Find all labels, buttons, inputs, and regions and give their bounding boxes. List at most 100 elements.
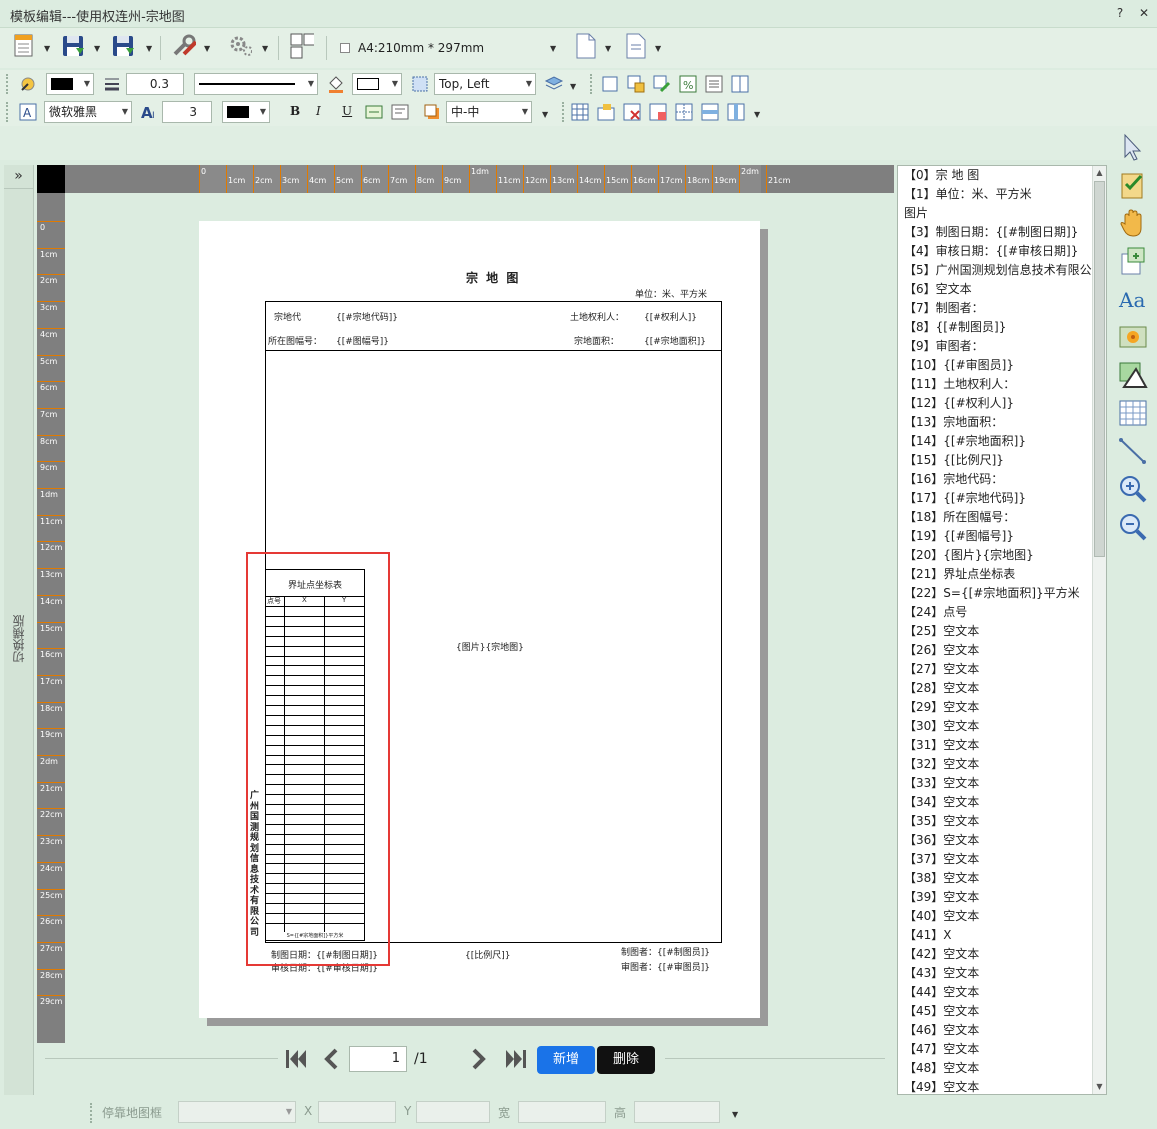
chevron-down-icon[interactable]: ▼ [550,44,556,53]
table-tool-icon[interactable] [1117,397,1149,429]
element-list-item[interactable]: 【45】空文本 [898,1002,1106,1021]
layout-icon[interactable] [290,33,314,59]
element-list-item[interactable]: 【18】所在图幅号： [898,508,1106,527]
new-template-icon[interactable] [12,34,36,58]
anchor-select[interactable]: Top, Left ▼ [434,73,536,95]
element-list-item[interactable]: 【4】审核日期：{[#审核日期]} [898,242,1106,261]
pointer-icon[interactable] [1117,131,1149,163]
element-list-item[interactable]: 【25】空文本 [898,622,1106,641]
underline-button[interactable]: U [342,104,352,118]
area-label[interactable]: 宗地面积： [574,334,619,347]
save-icon[interactable] [62,34,86,58]
font-name-select[interactable]: 微软雅黑 ▼ [44,101,132,123]
layers-icon[interactable] [542,72,566,96]
element-list-item[interactable]: 【10】{[#审图员]} [898,356,1106,375]
scrollbar-thumb[interactable] [1094,181,1105,557]
text-tool-icon[interactable]: Aa [1117,283,1149,315]
element-list-item[interactable]: 【0】宗 地 图 [898,166,1106,185]
text-style-icon[interactable]: A [16,100,40,124]
element-list-item[interactable]: 【40】空文本 [898,907,1106,926]
element-list-item[interactable]: 【43】空文本 [898,964,1106,983]
drawer-text[interactable]: 制图者：{[#制图员]} [621,945,710,958]
zoom-out-icon[interactable] [1117,511,1149,543]
element-list-item[interactable]: 【44】空文本 [898,983,1106,1002]
document-icon[interactable] [624,33,648,59]
chevron-down-icon[interactable]: ▼ [754,110,760,119]
element-list-item[interactable]: 【15】{[比例尺]} [898,451,1106,470]
page-number-input[interactable]: 1 [349,1046,407,1072]
element-list-item[interactable]: 【1】单位：米、平方米 [898,185,1106,204]
tools-icon[interactable] [172,34,196,58]
line-tool-icon[interactable] [1117,435,1149,467]
owner-label[interactable]: 土地权利人： [570,310,624,323]
element-list-item[interactable]: 【39】空文本 [898,888,1106,907]
parcel-code-label[interactable]: 宗地代 [274,310,301,323]
toolbar-grip[interactable] [90,1103,94,1123]
chevron-down-icon[interactable]: ▼ [44,44,50,53]
table-insert-icon[interactable] [624,72,648,96]
row-height-icon[interactable] [698,100,722,124]
height-input[interactable] [634,1101,720,1123]
sheet-value[interactable]: {[#图幅号]} [336,334,389,347]
element-list-item[interactable]: 【6】空文本 [898,280,1106,299]
element-list-item[interactable]: 【12】{[#权利人]} [898,394,1106,413]
picture-placeholder[interactable]: {图片}{宗地图} [456,640,524,653]
toolbar-grip[interactable] [6,102,10,122]
area-value[interactable]: {[#宗地面积]} [644,334,706,347]
zoom-in-icon[interactable] [1117,473,1149,505]
element-list-item[interactable]: 【26】空文本 [898,641,1106,660]
switch-orientation-button[interactable]: 切换横版 [10,615,27,663]
page-icon[interactable] [574,33,598,59]
element-list-item[interactable]: 【20】{图片}{宗地图} [898,546,1106,565]
element-list-item[interactable]: 【32】空文本 [898,755,1106,774]
element-list-item[interactable]: 【38】空文本 [898,869,1106,888]
prev-page-icon[interactable] [322,1048,340,1073]
image-tool-icon[interactable] [1117,321,1149,353]
element-list-item[interactable]: 【3】制图日期：{[#制图日期]} [898,223,1106,242]
element-list-item[interactable]: 【36】空文本 [898,831,1106,850]
element-list-item[interactable]: 【16】宗地代码： [898,470,1106,489]
fill-color-select[interactable]: ▼ [352,73,402,95]
paper-checkbox[interactable] [340,43,350,53]
element-list-item[interactable]: 【41】X [898,926,1106,945]
scale-text[interactable]: {[比例尺]} [465,948,510,961]
bold-button[interactable]: B [290,104,300,118]
column-width-icon[interactable] [724,100,748,124]
font-size-input[interactable]: 3 [162,101,212,123]
x-input[interactable] [318,1101,396,1123]
element-list-item[interactable]: 【5】广州国测规划信息技术有限公 [898,261,1106,280]
width-input[interactable] [518,1101,606,1123]
text-frame-icon[interactable] [362,100,386,124]
line-style-select[interactable]: ▼ [194,73,318,95]
split-cells-icon[interactable] [672,100,696,124]
color-picker-icon[interactable] [16,72,40,96]
percent-icon[interactable]: % [676,72,700,96]
element-list-item[interactable]: 【47】空文本 [898,1040,1106,1059]
element-list-item[interactable]: 【8】{[#制图员]} [898,318,1106,337]
element-list-item[interactable]: 【21】界址点坐标表 [898,565,1106,584]
chevron-down-icon[interactable]: ▼ [605,44,611,53]
add-button[interactable]: 新增 [537,1046,595,1074]
italic-button[interactable]: I [316,104,321,118]
fill-bucket-icon[interactable] [324,72,348,96]
chevron-down-icon[interactable]: ▼ [204,44,210,53]
checklist-icon[interactable] [1117,169,1149,201]
column-icon[interactable] [728,72,752,96]
paper-unit[interactable]: 单位：米、平方米 [635,287,707,300]
chevron-down-icon[interactable]: ▼ [94,44,100,53]
element-list-item[interactable]: 图片 [898,204,1106,223]
insert-row-icon[interactable] [594,100,618,124]
element-list-item[interactable]: 【22】S={[#宗地面积]}平方米 [898,584,1106,603]
element-list-item[interactable]: 【42】空文本 [898,945,1106,964]
border-icon[interactable] [598,72,622,96]
text-wrap-icon[interactable] [388,100,412,124]
chevron-down-icon[interactable]: ▼ [146,44,152,53]
chevron-down-icon[interactable]: ▼ [262,44,268,53]
element-list-item[interactable]: 【49】空文本 [898,1078,1106,1097]
selection-frame-icon[interactable] [408,72,432,96]
expand-button[interactable]: » [4,165,33,189]
save-as-icon[interactable] [112,34,136,58]
shadow-icon[interactable] [420,100,444,124]
settings-gear-icon[interactable] [228,34,252,58]
element-list-item[interactable]: 【48】空文本 [898,1059,1106,1078]
